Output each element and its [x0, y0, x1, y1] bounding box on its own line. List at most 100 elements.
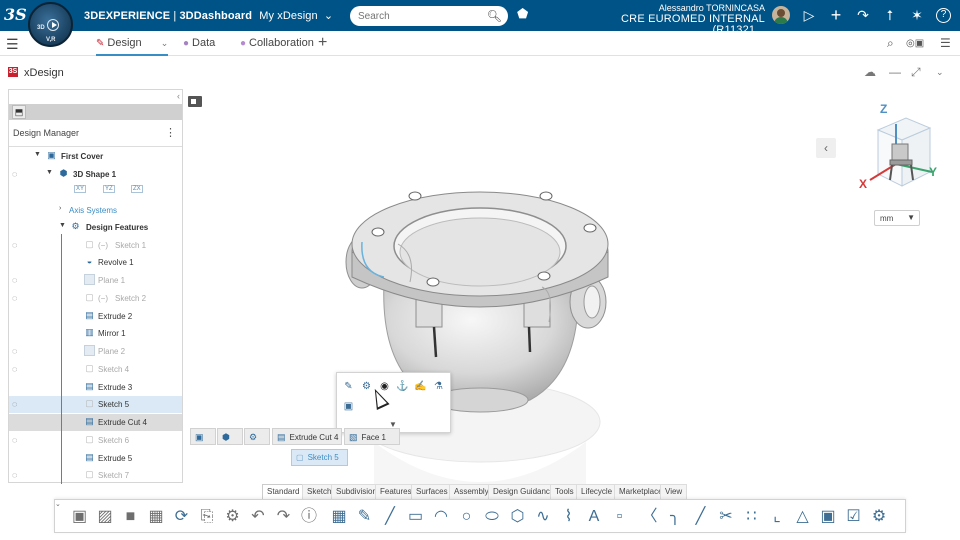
help-icon[interactable]: ⓘ — [299, 506, 320, 527]
tree-row[interactable]: ◌ ▢ Sketch 6 — [9, 432, 182, 449]
menu-icon[interactable]: ☰ — [6, 36, 19, 53]
tag-icon[interactable]: ⬟ — [517, 6, 528, 22]
new-part-icon[interactable]: ▣ — [69, 506, 90, 527]
tree-row[interactable]: ◌ Plane 1 — [9, 272, 182, 289]
tree-row[interactable]: ▤ Extrude 5 — [9, 450, 182, 467]
hidden-eye-icon[interactable]: ◌ — [12, 169, 17, 179]
edit-icon[interactable]: ✍ — [414, 380, 427, 393]
circle-icon[interactable]: ○ — [456, 506, 477, 527]
save-icon[interactable]: ■ — [120, 506, 141, 527]
hidden-eye-icon[interactable]: ◌ — [12, 470, 17, 480]
point-icon[interactable]: ▫ — [609, 506, 630, 527]
forward-icon[interactable]: ↷ — [854, 6, 872, 24]
hidden-eye-icon[interactable]: ◌ — [12, 346, 17, 356]
chevron-down-icon[interactable]: ⌄ — [161, 38, 169, 48]
crumb-icon-1[interactable]: ▣ — [190, 428, 216, 445]
dashboard-name[interactable]: My xDesign — [259, 10, 317, 22]
tree-row[interactable]: ◌ Plane 2 — [9, 343, 182, 360]
tab-design[interactable]: ✎ Design ⌄ — [96, 37, 169, 56]
corner-icon[interactable]: ⌞ — [767, 506, 788, 527]
plane-yz-chip[interactable]: YZ — [103, 185, 115, 193]
tree-row[interactable]: ▼ ▣ First Cover — [9, 148, 182, 165]
tree-row[interactable]: ▤ Extrude Cut 4 — [9, 414, 182, 431]
crumb-face-1[interactable]: ▧ Face 1 — [344, 428, 400, 445]
refresh-icon[interactable]: ⟳ — [171, 506, 192, 527]
share-icon[interactable]: ▷ — [800, 6, 818, 24]
expand-arrow-icon[interactable]: ▼ — [46, 169, 53, 176]
action-tab-view[interactable]: View — [660, 484, 688, 499]
avatar[interactable] — [772, 6, 790, 24]
unit-select[interactable]: mm ▼ — [874, 210, 920, 226]
action-tab-lifecycle[interactable]: Lifecycle — [576, 484, 618, 499]
edit-sketch-icon[interactable]: ✎ — [342, 380, 355, 393]
sketch-tool-icon[interactable]: ✎ — [354, 506, 375, 527]
open-icon[interactable]: ▨ — [95, 506, 116, 527]
cloud-icon[interactable]: ☁︎ — [864, 65, 876, 79]
body-icon[interactable]: ▣ — [818, 506, 839, 527]
tree-row[interactable]: ◌ ▢ (−) Sketch 1 — [9, 237, 182, 254]
tree-row[interactable]: ◌ ▢ (−) Sketch 2 — [9, 290, 182, 307]
tree-row[interactable]: ▥ Mirror 1 — [9, 325, 182, 342]
hidden-eye-icon[interactable]: ◌ — [12, 399, 17, 409]
crumb-icon-3[interactable]: ⚙ — [244, 428, 270, 445]
panel-toggle-icon[interactable] — [188, 96, 202, 107]
view-cube[interactable] — [856, 100, 946, 203]
maximize-icon[interactable]: ⤢ — [911, 65, 921, 80]
checkbox-icon[interactable]: ☑ — [843, 506, 864, 527]
search-box[interactable]: 🔍︎ — [350, 6, 508, 26]
expand-arrow-icon[interactable]: ▼ — [34, 151, 41, 158]
crumb-extrude-cut-4[interactable]: ▤ Extrude Cut 4 — [272, 428, 342, 445]
ellipse-icon[interactable]: ⬭ — [482, 506, 503, 527]
trim-icon[interactable]: ╱ — [690, 506, 711, 527]
hidden-eye-icon[interactable]: ◌ — [12, 364, 17, 374]
selected-sketch-chip[interactable]: ▢ Sketch 5 — [291, 449, 348, 466]
chamfer-icon[interactable]: 〈 — [639, 506, 660, 527]
crumb-icon-2[interactable]: ⬢ — [217, 428, 243, 445]
tree-row[interactable]: ◌ ▢ Sketch 5 — [9, 396, 182, 413]
search-icon[interactable]: 🔍︎ — [487, 9, 502, 23]
magnify-icon[interactable]: ⌕ — [887, 36, 894, 51]
tree-row[interactable]: ▤ Extrude 2 — [9, 308, 182, 325]
redo-icon[interactable]: ↷ — [273, 506, 294, 527]
action-tab-standard[interactable]: Standard — [262, 484, 305, 499]
action-tab-assembly[interactable]: Assembly — [449, 484, 494, 499]
tree-row[interactable]: ▤ Extrude 3 — [9, 379, 182, 396]
dropdown-arrow-icon[interactable]: ▼ — [907, 213, 915, 222]
notification-icon[interactable]: ◎▣ — [906, 38, 924, 49]
offset-icon[interactable]: ⌇ — [558, 506, 579, 527]
anchor-icon[interactable]: ⚓ — [396, 380, 409, 393]
text-icon[interactable]: A — [584, 506, 605, 527]
hidden-eye-icon[interactable]: ◌ — [12, 275, 17, 285]
tree-row[interactable]: ◌ ▢ Sketch 4 — [9, 361, 182, 378]
tree-row[interactable]: › Axis Systems — [9, 202, 182, 219]
pattern-icon[interactable]: ∷ — [741, 506, 762, 527]
line-icon[interactable]: ╱ — [380, 506, 401, 527]
expand-action-bar-icon[interactable]: ⌄ — [55, 500, 61, 508]
add-icon[interactable]: + — [827, 6, 845, 24]
cut-icon[interactable]: ✂ — [716, 506, 737, 527]
action-tab-surfaces[interactable]: Surfaces — [411, 484, 453, 499]
action-tab-design-guidance[interactable]: Design Guidance — [488, 484, 560, 499]
chevron-left-icon[interactable]: ‹ — [816, 138, 836, 158]
help-icon[interactable]: ? — [936, 8, 951, 23]
spline-icon[interactable]: ∿ — [533, 506, 554, 527]
rectangle-icon[interactable]: ▭ — [405, 506, 426, 527]
hidden-eye-icon[interactable]: ◌ — [12, 435, 17, 445]
more-options-icon[interactable]: ⋮ — [165, 126, 176, 139]
settings-icon[interactable]: ⚙ — [222, 506, 243, 527]
sketch-grid-icon[interactable]: ▦ — [329, 506, 350, 527]
mirror-icon[interactable]: △ — [792, 506, 813, 527]
polygon-icon[interactable]: ⬡ — [507, 506, 528, 527]
play-icon[interactable] — [47, 19, 59, 31]
tree-row[interactable]: ◒ Revolve 1 — [9, 254, 182, 271]
minimize-icon[interactable]: — — [889, 65, 901, 79]
tab-data[interactable]: ● Data — [183, 37, 215, 49]
compass-tools-icon[interactable]: ✶ — [908, 6, 926, 24]
collapse-panel-icon[interactable]: ‹ — [177, 91, 180, 101]
plane-zx-chip[interactable]: ZX — [131, 185, 143, 193]
chevron-down-icon[interactable]: ⌄ — [936, 67, 944, 78]
tree-icon[interactable]: ⬒ — [12, 105, 26, 119]
compass-icon[interactable]: 3D V,R — [28, 2, 73, 47]
undo-icon[interactable]: ↶ — [248, 506, 269, 527]
arc-icon[interactable]: ◠ — [431, 506, 452, 527]
